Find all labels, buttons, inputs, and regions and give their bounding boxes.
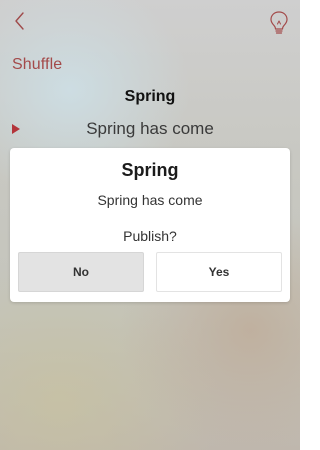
chevron-left-icon: [11, 10, 29, 37]
hint-button[interactable]: [266, 10, 292, 40]
dialog-title: Spring: [121, 160, 179, 180]
app-screen: Shuffle Spring Spring has come Spring Sp…: [0, 0, 300, 450]
dialog-subtitle: Spring has come: [97, 192, 203, 208]
yes-button[interactable]: Yes: [156, 252, 282, 292]
song-title: Spring has come: [86, 119, 214, 138]
dialog-question: Publish?: [123, 228, 177, 244]
back-button[interactable]: [8, 10, 32, 36]
lightbulb-icon: [269, 10, 289, 41]
list-item[interactable]: Spring has come: [0, 118, 300, 144]
no-button[interactable]: No: [18, 252, 144, 292]
list-header-title: Spring: [124, 88, 176, 105]
publish-dialog: Spring Spring has come Publish? No Yes: [10, 148, 290, 302]
shuffle-button[interactable]: Shuffle: [12, 56, 62, 74]
